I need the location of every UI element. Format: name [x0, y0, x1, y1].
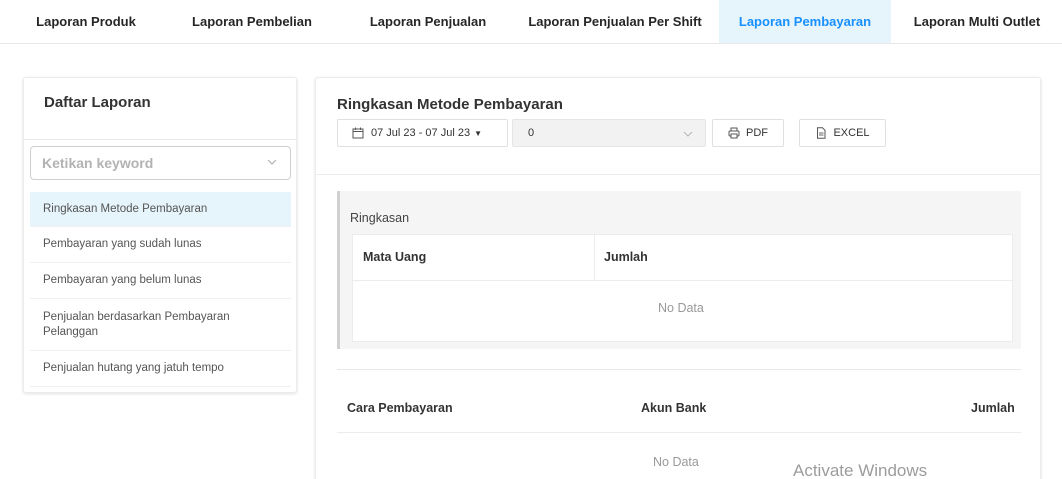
menu-item-label: Penjualan berdasarkan Pembayaran Pelangg… — [43, 310, 230, 338]
tab-laporan-pembayaran[interactable]: Laporan Pembayaran — [719, 0, 891, 43]
export-excel-button[interactable]: EXCEL — [799, 119, 886, 147]
outlet-select-value: 0 — [528, 127, 535, 139]
summary-table: Mata Uang Jumlah No Data — [352, 234, 1013, 342]
menu-item-label: Pembayaran yang sudah lunas — [43, 238, 202, 250]
report-list-title: Daftar Laporan — [44, 94, 151, 111]
menu-item-ringkasan-metode-pembayaran[interactable]: Ringkasan Metode Pembayaran — [30, 192, 291, 227]
summary-label: Ringkasan — [350, 211, 410, 225]
payments-empty-text: No Data — [653, 455, 699, 469]
menu-item-pembayaran-sudah-lunas[interactable]: Pembayaran yang sudah lunas — [30, 227, 291, 263]
divider — [353, 280, 1012, 281]
column-header-cara-pembayaran: Cara Pembayaran — [347, 401, 453, 415]
caret-down-icon: ▼ — [474, 128, 482, 138]
menu-item-label: Penjualan hutang yang jatuh tempo — [43, 362, 224, 374]
column-separator — [594, 235, 595, 280]
menu-item-penjualan-hutang-jatuh-tempo[interactable]: Penjualan hutang yang jatuh tempo — [30, 351, 291, 387]
outlet-select[interactable]: 0 — [512, 119, 706, 147]
tab-laporan-penjualan-per-shift[interactable]: Laporan Penjualan Per Shift — [518, 0, 712, 43]
column-header-akun-bank: Akun Bank — [641, 401, 707, 415]
date-range-value: 07 Jul 23 - 07 Jul 23 — [371, 127, 471, 139]
menu-item-label: Pembayaran yang belum lunas — [43, 274, 202, 286]
report-title: Ringkasan Metode Pembayaran — [337, 96, 563, 113]
report-tabs: Laporan Produk Laporan Pembelian Laporan… — [0, 0, 1062, 44]
divider — [337, 432, 1021, 433]
tab-laporan-multi-outlet[interactable]: Laporan Multi Outlet — [896, 0, 1058, 43]
column-header-jumlah: Jumlah — [971, 401, 1015, 415]
tab-laporan-penjualan[interactable]: Laporan Penjualan — [352, 0, 504, 43]
summary-empty-text: No Data — [658, 301, 704, 315]
menu-item-penjualan-pembayaran-pelanggan[interactable]: Penjualan berdasarkan Pembayaran Pelangg… — [30, 299, 291, 351]
menu-item-pembayaran-belum-lunas[interactable]: Pembayaran yang belum lunas — [30, 263, 291, 299]
chevron-down-icon — [267, 159, 277, 165]
tab-laporan-produk[interactable]: Laporan Produk — [18, 0, 154, 43]
divider — [316, 174, 1040, 175]
tab-laporan-pembelian[interactable]: Laporan Pembelian — [174, 0, 330, 43]
export-excel-label: EXCEL — [833, 127, 870, 139]
file-icon — [817, 127, 826, 139]
divider — [24, 139, 296, 140]
keyword-placeholder: Ketikan keyword — [42, 155, 154, 171]
summary-section: Ringkasan Mata Uang Jumlah No Data — [337, 191, 1021, 349]
divider — [337, 369, 1021, 370]
report-list-panel: Daftar Laporan Ketikan keyword Ringkasan… — [23, 77, 297, 393]
keyword-search-select[interactable]: Ketikan keyword — [30, 146, 291, 180]
chevron-down-icon — [683, 131, 693, 137]
export-pdf-button[interactable]: PDF — [712, 119, 784, 147]
menu-item-label: Ringkasan Metode Pembayaran — [43, 202, 208, 215]
column-header-mata-uang: Mata Uang — [363, 250, 427, 264]
calendar-icon — [352, 127, 364, 139]
date-range-picker[interactable]: 07 Jul 23 - 07 Jul 23 ▼ — [337, 119, 508, 147]
printer-icon — [728, 127, 740, 139]
export-pdf-label: PDF — [746, 127, 768, 139]
report-menu: Ringkasan Metode Pembayaran Pembayaran y… — [30, 192, 291, 387]
activate-windows-watermark: Activate Windows — [793, 461, 928, 479]
report-content-panel: Ringkasan Metode Pembayaran 07 Jul 23 - … — [315, 77, 1041, 479]
column-header-jumlah: Jumlah — [604, 250, 648, 264]
